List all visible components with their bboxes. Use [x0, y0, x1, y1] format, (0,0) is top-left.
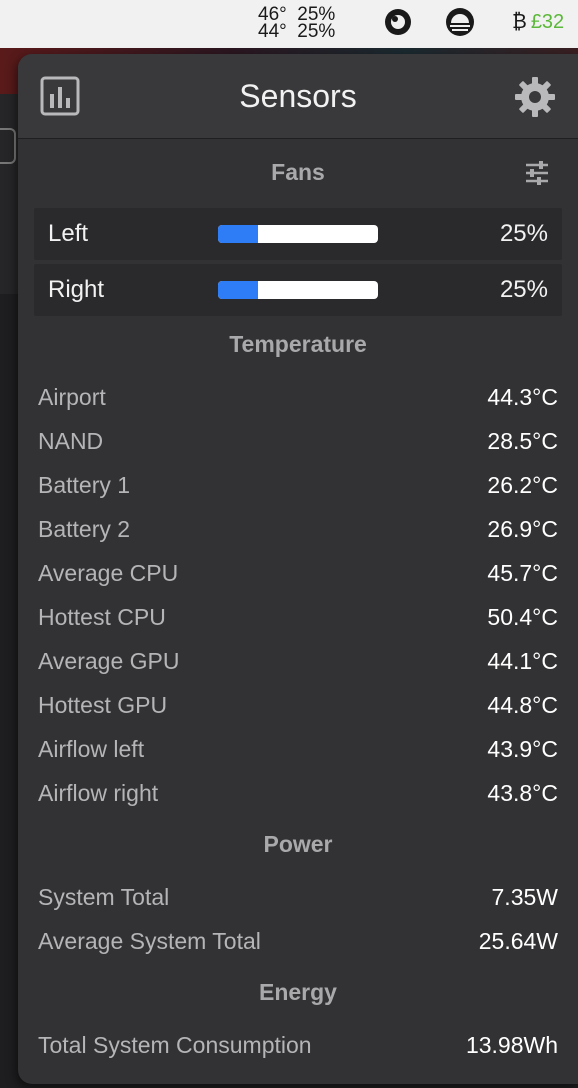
sensor-value: 26.2°C — [487, 472, 558, 498]
sensor-value: 45.7°C — [487, 560, 558, 586]
fan-label: Left — [48, 220, 89, 247]
panel-header: Sensors — [18, 54, 578, 139]
power-value: 7.35W — [491, 884, 558, 910]
sensor-label: Average GPU — [38, 648, 180, 674]
sensor-value: 43.8°C — [487, 780, 558, 806]
temperature-section-title: Temperature — [229, 331, 367, 357]
temperature-row: Battery 1 26.2°C — [38, 470, 558, 500]
energy-section-title: Energy — [259, 979, 337, 1005]
sensor-label: Airflow left — [38, 736, 145, 762]
fan-label: Right — [48, 276, 105, 303]
sensor-value: 44.8°C — [487, 692, 558, 718]
menu-bar: 46° 25% 44° 25% ₿ £32 — [0, 0, 578, 48]
temperature-row: Battery 2 26.9°C — [38, 514, 558, 544]
sensor-label: Airport — [38, 384, 106, 410]
fan-speed-bar — [218, 225, 378, 243]
sensor-label: Airflow right — [38, 780, 159, 806]
power-row: System Total 7.35W — [38, 882, 558, 912]
sensor-value: 28.5°C — [487, 428, 558, 454]
bitcoin-icon: ₿ — [512, 11, 527, 33]
sensor-value: 44.1°C — [487, 648, 558, 674]
panel-title: Sensors — [239, 78, 357, 114]
energy-label: Total System Consumption — [38, 1032, 312, 1058]
temperature-row: Airflow right 43.8°C — [38, 778, 558, 808]
temperature-row: Airflow left 43.9°C — [38, 734, 558, 764]
gear-icon[interactable] — [514, 76, 556, 118]
sensor-label: Battery 1 — [38, 472, 131, 498]
temperature-row: NAND 28.5°C — [38, 426, 558, 456]
fan-speed-fill — [218, 225, 258, 243]
bitcoin-price: £32 — [530, 11, 565, 33]
sensor-label: NAND — [38, 428, 104, 454]
background-window-edge — [0, 94, 19, 294]
power-value: 25.64W — [478, 928, 558, 954]
temperature-row: Airport 44.3°C — [38, 382, 558, 412]
fan-row-right: Right 25% — [34, 264, 562, 316]
fan-speed-fill — [218, 281, 258, 299]
sensor-value: 43.9°C — [487, 736, 558, 762]
sensors-panel: Sensors Fans Left 25% Right 25% Temperat… — [18, 54, 578, 1084]
power-section-title: Power — [263, 831, 333, 857]
fan-percent: 25% — [499, 220, 548, 247]
stats-app-icon[interactable] — [382, 6, 414, 38]
sensor-label: Average CPU — [38, 560, 179, 586]
sensor-value: 50.4°C — [487, 604, 558, 630]
menubar-stats-line-2: 44° 25% — [258, 21, 336, 42]
temperature-row: Hottest GPU 44.8°C — [38, 690, 558, 720]
sensor-value: 44.3°C — [487, 384, 558, 410]
temperature-row: Average GPU 44.1°C — [38, 646, 558, 676]
filter-sliders-icon[interactable] — [524, 160, 550, 186]
power-label: System Total — [38, 884, 170, 910]
sensor-label: Hottest GPU — [38, 692, 168, 718]
temperature-row: Average CPU 45.7°C — [38, 558, 558, 588]
energy-value: 13.98Wh — [465, 1032, 558, 1058]
menubar-sensor-stats[interactable]: 46° 25% 44° 25% — [258, 5, 336, 42]
background-window-tab — [0, 128, 16, 164]
temperature-row: Hottest CPU 50.4°C — [38, 602, 558, 632]
weather-icon[interactable] — [444, 6, 476, 38]
power-label: Average System Total — [38, 928, 261, 954]
fan-row-left: Left 25% — [34, 208, 562, 260]
fans-section-title: Fans — [271, 159, 325, 185]
sensor-label: Hottest CPU — [38, 604, 166, 630]
fan-percent: 25% — [499, 276, 548, 303]
sensor-value: 26.9°C — [487, 516, 558, 542]
sensor-label: Battery 2 — [38, 516, 131, 542]
fan-speed-bar — [218, 281, 378, 299]
bitcoin-ticker[interactable]: ₿ £32 — [512, 11, 564, 34]
power-row: Average System Total 25.64W — [38, 926, 558, 956]
energy-row: Total System Consumption 13.98Wh — [38, 1030, 558, 1060]
